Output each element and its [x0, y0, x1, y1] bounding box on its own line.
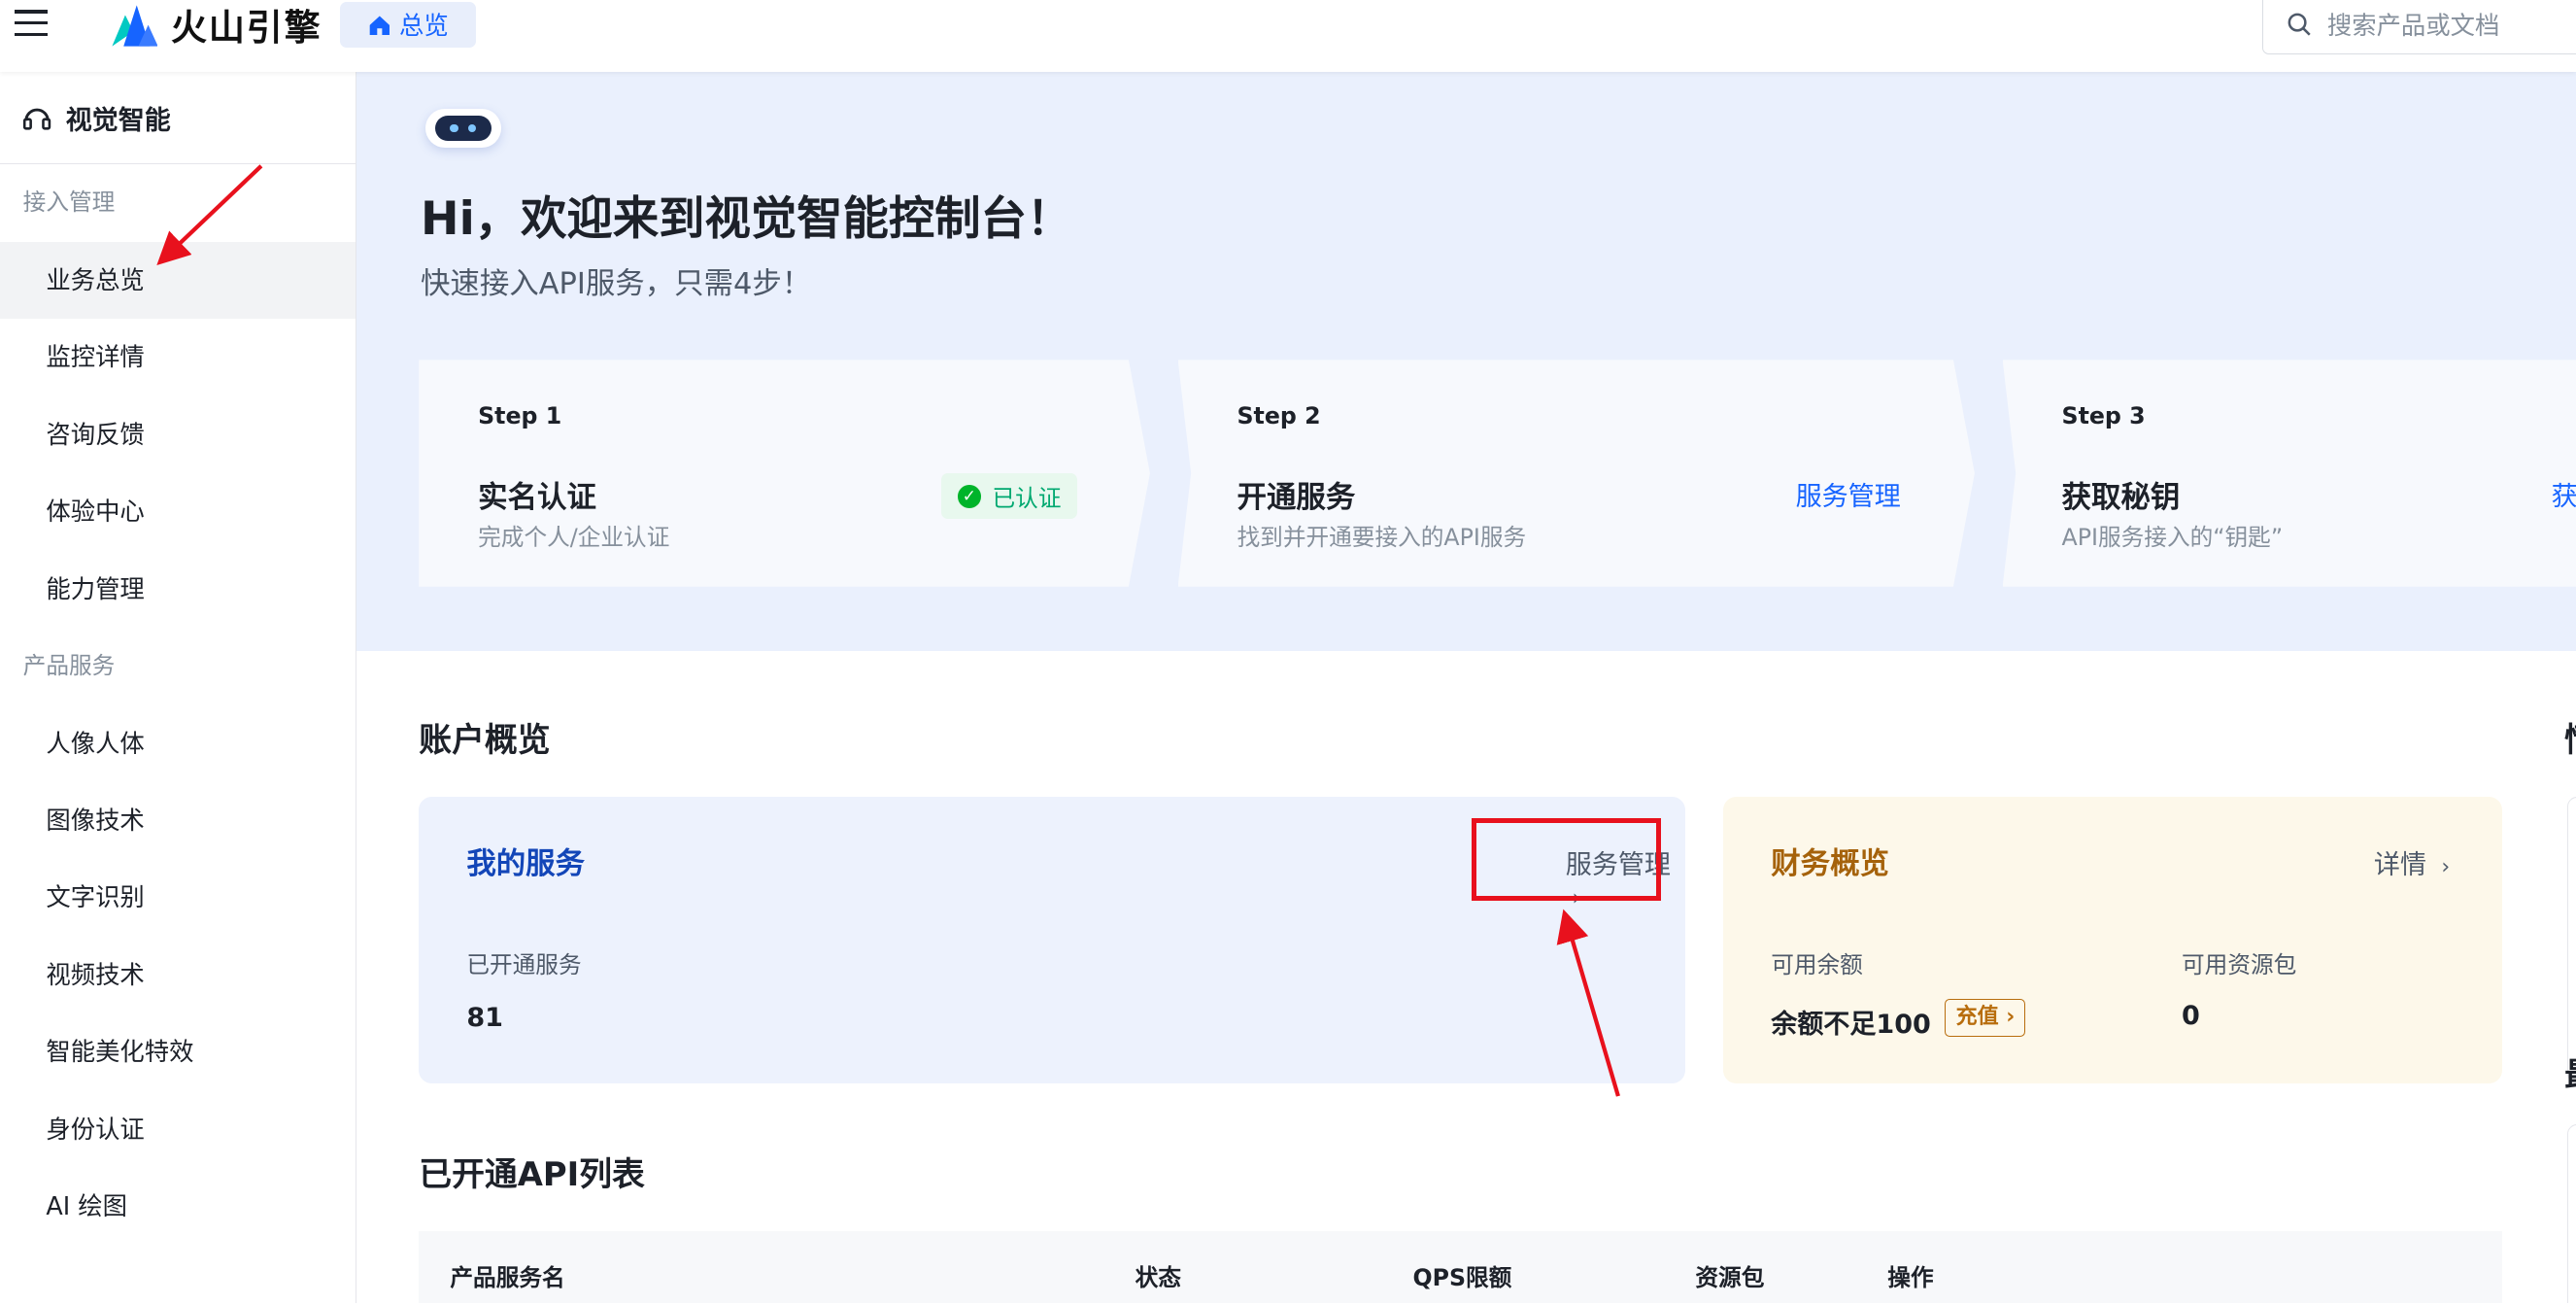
top-bar: 火山引擎 总览 搜索产品或文档	[0, 0, 2576, 73]
finance-details-label: 详情	[2373, 849, 2427, 880]
welcome-subtitle: 快速接入API服务，只需4步！	[420, 267, 812, 302]
sidebar-title: 视觉智能	[65, 105, 171, 136]
tab-overview-label: 总览	[398, 11, 449, 41]
recharge-label: 充值	[1955, 1005, 1999, 1030]
step-title: 实名认证	[478, 481, 596, 516]
sidebar-item-image-tech[interactable]: 图像技术	[0, 782, 356, 859]
sidebar-group-products: 产品服务	[22, 652, 116, 680]
right-panel-title: 情	[2564, 713, 2576, 761]
robot-icon	[425, 108, 501, 149]
brand-logo[interactable]: 火山引擎	[109, 0, 322, 50]
sidebar-item-ocr[interactable]: 文字识别	[0, 859, 356, 936]
sidebar-item-identity[interactable]: 身份认证	[0, 1091, 356, 1168]
finance-card: 财务概览 详情 › 可用余额 余额不足100 充值 › 可用资源包 0	[1723, 797, 2502, 1083]
status-badge-label: 已认证	[992, 484, 1062, 512]
package-value: 0	[2182, 1000, 2200, 1031]
right-panel-title-2: 最	[2564, 1048, 2576, 1096]
step-label: Step 2	[1237, 402, 1321, 430]
step-title: 获取秘钥	[2061, 481, 2181, 516]
brand-name: 火山引擎	[170, 6, 322, 50]
sidebar-item-business-overview[interactable]: 业务总览	[0, 241, 356, 320]
step-card-3: Step 3 获取秘钥 API服务接入的“钥匙” 获	[2002, 360, 2576, 587]
sidebar-item-feedback[interactable]: 咨询反馈	[0, 396, 356, 473]
sidebar-item-experience-center[interactable]: 体验中心	[0, 473, 356, 550]
main-content: Hi，欢迎来到视觉智能控制台！ 快速接入API服务，只需4步！ Step 1 实…	[356, 72, 2576, 1304]
api-list-title: 已开通API列表	[419, 1154, 645, 1193]
account-overview-title: 账户概览	[419, 721, 551, 759]
balance-label: 可用余额	[1771, 951, 1863, 979]
search-icon	[2288, 13, 2311, 36]
home-icon	[369, 16, 390, 35]
vision-headset-icon	[22, 108, 51, 130]
sidebar-item-portrait[interactable]: 人像人体	[0, 705, 356, 782]
opened-services-label: 已开通服务	[466, 951, 582, 979]
search-input[interactable]: 搜索产品或文档	[2261, 0, 2576, 54]
sidebar-item-beauty-effects[interactable]: 智能美化特效	[0, 1013, 356, 1090]
chevron-right-icon: ›	[2441, 854, 2451, 879]
check-icon: ✓	[958, 484, 981, 508]
column-header-actions: 操作	[1887, 1263, 1934, 1291]
sidebar-group-access: 接入管理	[22, 189, 116, 217]
tab-overview[interactable]: 总览	[340, 1, 477, 49]
step-title: 开通服务	[1237, 481, 1356, 516]
column-header-status[interactable]: 状态	[1135, 1259, 1181, 1292]
sidebar: 视觉智能 接入管理 业务总览 监控详情 咨询反馈 体验中心 能力管理 产品服务 …	[0, 72, 356, 1304]
search-placeholder: 搜索产品或文档	[2326, 10, 2500, 40]
column-header-service[interactable]: 产品服务名	[450, 1259, 564, 1292]
api-table-header: 产品服务名 状态 QPS限额 资源包 操作	[419, 1230, 2502, 1304]
recharge-button[interactable]: 充值 ›	[1945, 999, 2026, 1038]
right-panel-card-2	[2567, 1123, 2576, 1304]
step-desc: 完成个人/企业认证	[478, 524, 670, 552]
column-header-qps[interactable]: QPS限额	[1413, 1259, 1512, 1292]
step-label: Step 1	[478, 402, 562, 430]
welcome-title: Hi，欢迎来到视觉智能控制台！	[420, 192, 1073, 247]
balance-value: 余额不足100	[1771, 1009, 1931, 1040]
status-badge: ✓ 已认证	[941, 473, 1078, 520]
get-key-link[interactable]: 获	[2552, 475, 2576, 513]
right-panel-card	[2567, 797, 2576, 1083]
sidebar-item-video-tech[interactable]: 视频技术	[0, 937, 356, 1013]
finance-title: 财务概览	[1771, 847, 1889, 882]
sidebar-item-ai-drawing[interactable]: AI 绘图	[0, 1168, 356, 1245]
column-header-package[interactable]: 资源包	[1695, 1259, 1764, 1292]
step-desc: 找到并开通要接入的API服务	[1237, 524, 1527, 552]
step-card-1: Step 1 实名认证 完成个人/企业认证 ✓ 已认证	[419, 360, 1150, 587]
my-services-title: 我的服务	[466, 847, 586, 882]
finance-details-button[interactable]: 详情 ›	[2374, 843, 2450, 881]
opened-services-count: 81	[466, 1002, 503, 1033]
sidebar-item-capability-management[interactable]: 能力管理	[0, 551, 356, 628]
annotation-highlight-box	[1472, 818, 1661, 901]
welcome-banner: Hi，欢迎来到视觉智能控制台！ 快速接入API服务，只需4步！ Step 1 实…	[356, 72, 2576, 651]
step-card-2: Step 2 开通服务 找到并开通要接入的API服务 服务管理	[1177, 360, 1975, 587]
sidebar-header[interactable]: 视觉智能	[0, 72, 356, 165]
menu-icon[interactable]	[15, 10, 49, 39]
service-management-link[interactable]: 服务管理	[1796, 475, 1901, 513]
step-label: Step 3	[2061, 402, 2146, 430]
sidebar-item-monitoring[interactable]: 监控详情	[0, 319, 356, 395]
step-desc: API服务接入的“钥匙”	[2061, 524, 2284, 552]
chevron-right-icon: ›	[2006, 1005, 2016, 1030]
package-label: 可用资源包	[2182, 951, 2297, 979]
volcano-logo-icon	[112, 5, 158, 47]
